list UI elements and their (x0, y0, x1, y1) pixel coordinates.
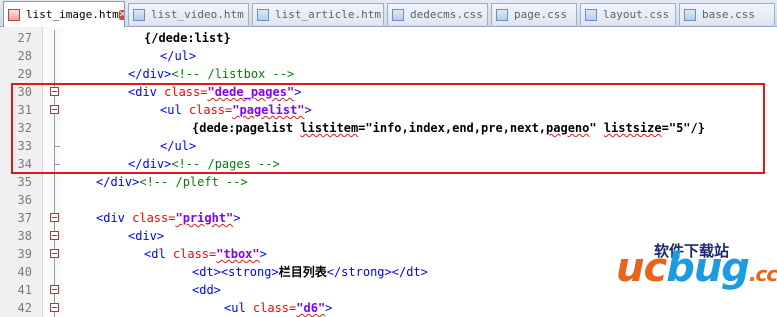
line-number: 29 (17, 67, 32, 81)
line-number: 27 (17, 31, 32, 45)
code-line: 35 </div><!-- /pleft --> (0, 173, 777, 191)
line-number: 37 (17, 211, 32, 225)
tab-bar: list_image.htm ✕ list_video.htm list_art… (0, 0, 777, 27)
fold-toggle-icon[interactable] (50, 303, 59, 312)
tab-base-css[interactable]: base.css (679, 3, 775, 25)
tab-label: list_video.htm (151, 8, 244, 21)
code-attr: class= (245, 301, 297, 315)
file-icon (257, 8, 269, 21)
fold-toggle-icon[interactable] (50, 231, 59, 240)
code-tag: </div> (96, 175, 140, 189)
code-tag: <ul (224, 301, 246, 315)
code-line: 42 <ul class="d6"> (0, 299, 777, 317)
tab-dedecms-css[interactable]: dedecms.css (387, 3, 488, 25)
code-value: "d6" (296, 301, 326, 315)
code-tag: <dt><strong> (192, 265, 279, 279)
tab-list-video[interactable]: list_video.htm (128, 3, 249, 25)
fold-toggle-icon[interactable] (50, 213, 59, 222)
tab-label: layout.css (603, 8, 670, 21)
code-line: 37 <div class="pright"> (0, 209, 777, 227)
watermark-brand: ucbug.cc (616, 245, 777, 291)
code-tag: > (259, 247, 267, 261)
code-line: 28 </ul> (0, 47, 777, 65)
fold-toggle-icon[interactable] (50, 285, 59, 294)
tab-list-article[interactable]: list_article.htm (252, 3, 384, 25)
code-text: 栏目列表 (278, 265, 327, 279)
code-value: "pright" (175, 211, 234, 225)
code-tag: > (156, 229, 165, 243)
highlight-box (11, 83, 765, 174)
code-tag: </strong></dt> (326, 265, 428, 279)
code-line: 29 </div><!-- /listbox --> (0, 65, 777, 83)
code-comment: <!-- /pleft --> (139, 175, 248, 189)
close-icon[interactable]: ✕ (118, 9, 124, 20)
watermark-logo: 软件下载站 ucbug.cc (598, 238, 777, 298)
tab-label: list_image.htm (26, 8, 119, 21)
line-number: 40 (17, 265, 32, 279)
code-line: 27 {/dede:list} (0, 29, 777, 47)
line-number: 35 (17, 175, 32, 189)
code-tag: > (233, 211, 241, 225)
tab-list-image[interactable]: list_image.htm ✕ (3, 1, 125, 27)
file-icon (8, 8, 20, 21)
code-attr: class= (165, 247, 217, 261)
line-number: 28 (17, 49, 32, 63)
line-number: 36 (17, 193, 32, 207)
file-icon (585, 8, 597, 21)
tab-label: base.css (702, 8, 755, 21)
line-number: 42 (17, 301, 32, 315)
tab-page-css[interactable]: page.css (491, 3, 577, 25)
tab-label: list_article.htm (275, 8, 381, 21)
file-icon (392, 8, 404, 21)
code-value: "tbox" (216, 247, 260, 261)
tab-label: page.css (514, 8, 567, 21)
code-line: 36 (0, 191, 777, 209)
line-number: 41 (17, 283, 32, 297)
code-comment: <!-- /listbox --> (171, 67, 295, 81)
file-icon (133, 8, 145, 21)
code-tag: <div (96, 211, 125, 225)
code-tag: <dl (144, 247, 166, 261)
file-icon (684, 8, 696, 21)
tab-label: dedecms.css (410, 8, 483, 21)
code-text: {/dede:list} (144, 31, 231, 45)
line-number: 38 (17, 229, 32, 243)
code-tag: <div (128, 229, 157, 243)
code-tag: </div> (128, 67, 172, 81)
code-tag: <dd> (192, 283, 221, 297)
code-tag: > (325, 301, 333, 315)
fold-toggle-icon[interactable] (50, 249, 59, 258)
file-icon (496, 8, 508, 21)
tab-layout-css[interactable]: layout.css (580, 3, 676, 25)
line-number: 39 (17, 247, 32, 261)
code-text: </ul> (160, 49, 197, 63)
code-attr: class= (124, 211, 176, 225)
